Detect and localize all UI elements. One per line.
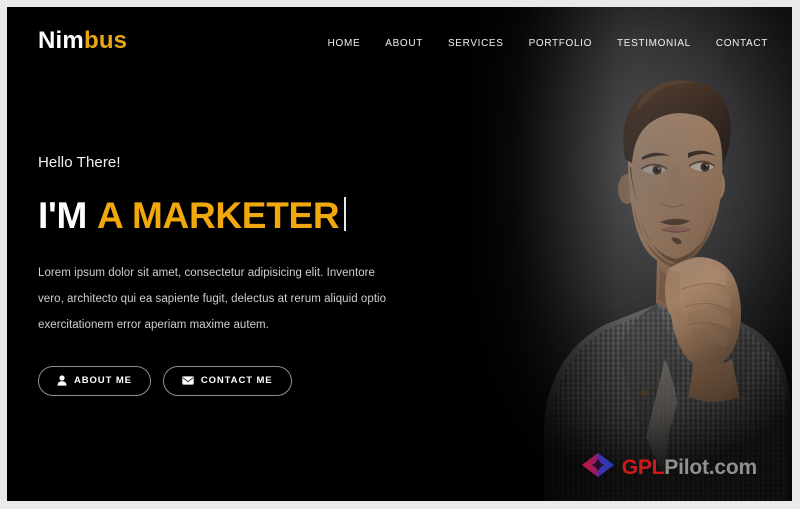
hero-actions: ABOUT ME CONTACT ME [38,365,408,396]
brand-logo-part1: Nim [38,27,84,54]
about-me-button-label: ABOUT ME [74,375,132,387]
main-navigation: HOME ABOUT SERVICES PORTFOLIO TESTIMONIA… [328,38,768,49]
nav-item-contact[interactable]: CONTACT [716,38,768,49]
gplpilot-watermark-text: GPLPilot.com [622,457,757,478]
typing-caret [344,197,347,231]
envelope-icon [182,376,194,385]
nav-item-about[interactable]: ABOUT [385,38,423,49]
nav-item-testimonial[interactable]: TESTIMONIAL [617,38,691,49]
nav-item-services[interactable]: SERVICES [448,38,504,49]
hero-portrait-photo [432,7,792,501]
watermark-text-part1: GPL [621,456,665,479]
user-icon [57,375,67,386]
hero-greeting: Hello There! [38,154,121,171]
hero-title-static: I'M [38,195,87,236]
site-header: Nimbus HOME ABOUT SERVICES PORTFOLIO TES… [7,7,792,69]
contact-me-button[interactable]: CONTACT ME [162,365,292,396]
brand-logo[interactable]: Nimbus [38,29,127,53]
browser-page-frame: Nimbus HOME ABOUT SERVICES PORTFOLIO TES… [0,0,800,509]
about-me-button[interactable]: ABOUT ME [38,365,151,396]
brand-logo-part2: bus [83,27,128,54]
contact-me-button-label: CONTACT ME [200,375,273,387]
hero-paragraph: Lorem ipsum dolor sit amet, consectetur … [38,267,387,331]
gplpilot-diamond-logo [581,452,615,483]
hero-title-typed: A MARKETER [97,195,340,236]
hero-content: Hello There! I'M A MARKETER Lorem ipsum d… [38,155,408,396]
gplpilot-watermark: GPLPilot.com [581,452,757,483]
hero-section: Nimbus HOME ABOUT SERVICES PORTFOLIO TES… [7,7,792,501]
watermark-text-part2: Pilot.com [664,456,757,479]
nav-item-portfolio[interactable]: PORTFOLIO [529,38,592,49]
hero-title: I'M A MARKETER [38,194,408,234]
nav-item-home[interactable]: HOME [328,38,361,49]
